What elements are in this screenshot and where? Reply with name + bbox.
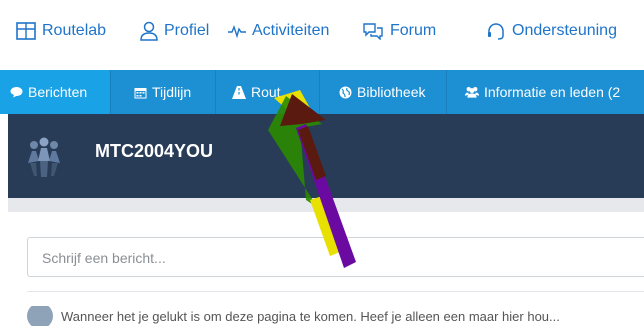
group-avatar <box>28 137 60 177</box>
pulse-icon <box>228 24 246 39</box>
nav-profiel-label: Profiel <box>164 22 210 39</box>
tab-bar: Berichten Tijdlijn Rout Bibliotheek Info… <box>0 70 644 114</box>
nav-ondersteuning-label: Ondersteuning <box>512 22 617 39</box>
nav-routelab-label: Routelab <box>42 22 107 39</box>
section-divider <box>8 198 644 212</box>
map-grid-icon <box>16 22 36 40</box>
post-item[interactable]: Wanneer het je gelukt is om deze pagina … <box>27 306 644 326</box>
tab-route[interactable]: Rout <box>216 70 319 114</box>
tab-informatie-leden[interactable]: Informatie en leden (2 <box>447 70 644 114</box>
post-text: Wanneer het je gelukt is om deze pagina … <box>61 308 560 324</box>
tab-berichten-label: Berichten <box>28 84 88 100</box>
nav-ondersteuning[interactable]: Ondersteuning <box>486 18 617 44</box>
calendar-icon <box>133 85 147 99</box>
comment-icon <box>9 85 23 99</box>
tab-route-label: Rout <box>251 84 281 100</box>
group-title: MTC2004YOU <box>95 141 214 161</box>
group-banner: MTC2004YOU <box>8 114 644 198</box>
post-avatar <box>27 306 53 326</box>
nav-forum[interactable]: Forum <box>362 18 436 44</box>
tab-bibliotheek[interactable]: Bibliotheek <box>320 70 446 114</box>
tab-berichten[interactable]: Berichten <box>0 70 110 114</box>
user-icon <box>140 21 158 41</box>
tab-bibliotheek-label: Bibliotheek <box>357 84 426 100</box>
tab-tijdlijn[interactable]: Tijdlijn <box>111 70 215 114</box>
road-icon <box>232 85 246 99</box>
nav-routelab[interactable]: Routelab <box>16 18 106 44</box>
message-input[interactable] <box>40 238 604 278</box>
chat-bubbles-icon <box>363 23 383 40</box>
globe-icon <box>338 85 352 99</box>
tab-informatie-leden-label: Informatie en leden (2 <box>484 84 621 100</box>
nav-forum-label: Forum <box>390 22 437 39</box>
nav-activiteiten-label: Activiteiten <box>252 22 330 39</box>
feed-divider <box>27 291 644 292</box>
compose-box[interactable] <box>27 237 644 278</box>
nav-activiteiten[interactable]: Activiteiten <box>228 18 329 44</box>
headset-icon <box>488 23 504 40</box>
users-icon <box>465 85 479 99</box>
tab-tijdlijn-label: Tijdlijn <box>152 84 192 100</box>
top-navigation: Routelab Profiel Activiteiten Forum Onde… <box>0 0 644 66</box>
nav-profiel[interactable]: Profiel <box>140 18 209 44</box>
